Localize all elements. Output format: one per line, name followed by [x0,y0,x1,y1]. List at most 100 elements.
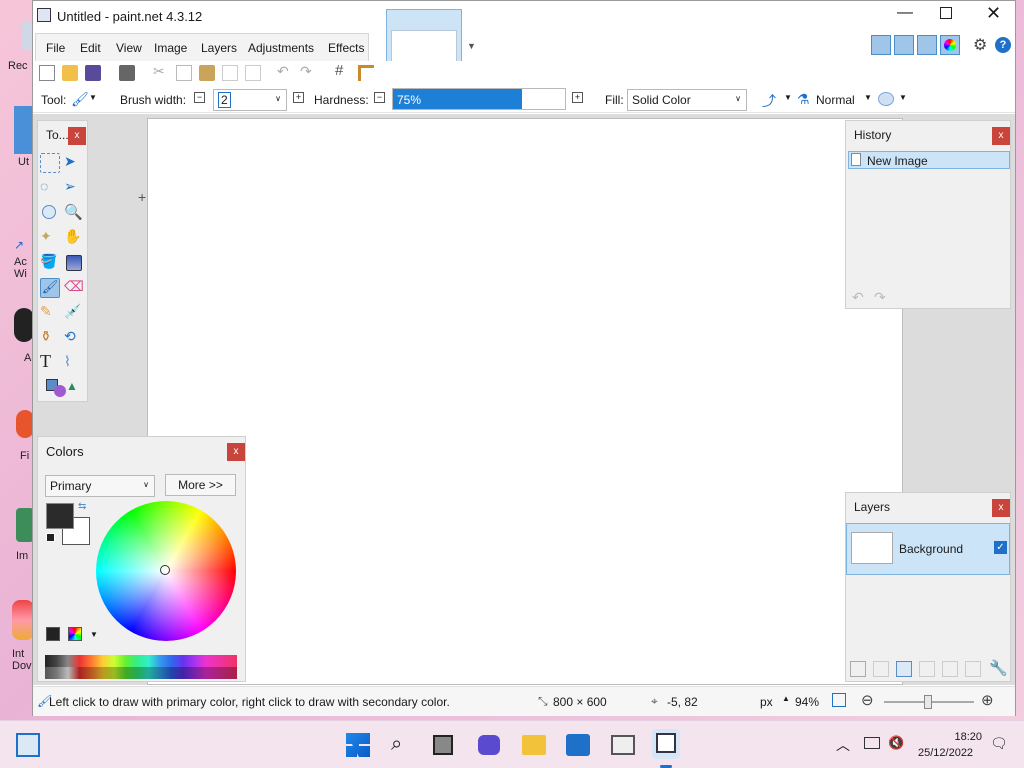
menu-edit[interactable]: Edit [80,41,101,55]
layers-toggle-icon[interactable] [917,35,937,55]
unit-selector[interactable]: px [760,695,773,709]
pan-tool-icon[interactable]: ✋ [64,228,84,248]
more-colors-button[interactable]: More >> [165,474,236,496]
gradient-tool-icon[interactable] [66,255,82,271]
history-panel-close-icon[interactable]: x [992,127,1010,145]
tools-toggle-icon[interactable] [871,35,891,55]
image-canvas[interactable] [147,118,903,685]
color-picker-icon[interactable]: 💉 [64,303,84,323]
shapes-tool-icon[interactable]: ▲ [46,379,78,397]
unit-chevron-icon[interactable]: ▲ [782,694,790,703]
start-icon[interactable] [346,733,370,757]
rectangle-select-icon[interactable] [40,153,60,173]
paste-icon[interactable] [199,65,215,81]
rulers-icon[interactable] [358,65,374,81]
microsoft-store-icon[interactable] [566,734,590,756]
reset-colors-icon[interactable] [46,533,55,542]
selection-mode-chevron-icon[interactable]: ▼ [899,93,907,102]
blend-mode-icon[interactable]: ⚗ [797,91,810,108]
paintbrush-icon[interactable]: 🖌 [40,278,60,298]
search-icon[interactable]: ⌕ [391,733,415,757]
swap-colors-icon[interactable]: ⇆ [78,501,86,512]
paintnet-taskbar-icon[interactable] [652,729,680,759]
brush-width-chevron-icon[interactable]: ∨ [275,94,281,103]
brush-width-field[interactable]: 2 ∨ [213,89,287,111]
paintbrush-tool-icon[interactable]: 🖌 [71,91,89,108]
move-selected-icon[interactable]: ➤ [64,153,84,173]
brush-width-increase-button[interactable]: + [293,92,304,103]
blend-mode-chevron-icon[interactable]: ▼ [864,93,872,102]
ellipse-select-icon[interactable] [42,205,56,219]
maximize-icon[interactable] [940,7,952,19]
app-window-icon[interactable] [611,735,635,755]
selection-mode-icon[interactable] [878,92,894,106]
color-wheel-selector[interactable] [160,565,170,575]
minimize-icon[interactable]: — [897,4,913,22]
widgets-icon[interactable] [16,733,40,757]
tray-overflow-chevron-icon[interactable]: ︿ [836,735,850,755]
help-icon[interactable]: ? [995,37,1011,53]
move-layer-down-icon[interactable] [965,661,981,677]
cut-icon[interactable]: ✂ [153,63,169,79]
menu-file[interactable]: File [46,41,65,55]
copy-icon[interactable] [176,65,192,81]
title-bar[interactable]: Untitled - paint.net 4.3.12 ▼ — ✕ [33,1,1015,83]
palette-strip[interactable] [45,655,237,679]
desktop-item-icon[interactable] [14,106,32,154]
tools-panel-close-icon[interactable]: x [68,127,86,145]
layers-panel-close-icon[interactable]: x [992,499,1010,517]
menu-adjustments[interactable]: Adjustments [248,41,314,55]
tool-chevron-icon[interactable]: ▼ [89,93,97,102]
recolor-icon[interactable]: ⟲ [64,328,84,348]
zoom-tool-icon[interactable]: 🔍 [64,203,84,223]
history-toggle-icon[interactable] [894,35,914,55]
pencil-icon[interactable]: ✎ [40,303,60,323]
line-curve-icon[interactable]: ⌇ [64,353,84,373]
zoom-slider-thumb[interactable] [924,695,932,709]
menu-effects[interactable]: Effects [328,41,364,55]
blend-mode-value[interactable]: Normal [816,93,855,107]
crop-icon[interactable] [222,65,238,81]
hardness-slider[interactable]: 75% [392,88,566,110]
menu-layers[interactable]: Layers [201,41,237,55]
move-layer-up-icon[interactable] [942,661,958,677]
settings-gear-icon[interactable]: ⚙ [973,35,987,55]
desktop-intel-icon[interactable] [12,600,34,640]
menu-image[interactable]: Image [154,41,187,55]
layer-visibility-checkbox[interactable]: ✓ [994,541,1007,554]
hardness-increase-button[interactable]: + [572,92,583,103]
lasso-select-icon[interactable]: ◌ [40,178,60,198]
color-mode-chevron-icon[interactable]: ∨ [143,480,149,489]
print-icon[interactable] [119,65,135,81]
close-icon[interactable]: ✕ [986,3,1001,24]
eraser-icon[interactable]: ⌫ [64,278,84,298]
delete-layer-icon[interactable] [873,661,889,677]
image-list-chevron-icon[interactable]: ▼ [467,41,476,51]
fill-chevron-icon[interactable]: ∨ [735,94,741,103]
magic-wand-icon[interactable]: ✦ [40,228,60,248]
new-file-icon[interactable] [39,65,55,81]
colors-toggle-icon[interactable] [940,35,960,55]
color-wheel[interactable] [96,501,236,641]
zoom-out-icon[interactable]: ⊖ [861,691,874,709]
paint-bucket-icon[interactable]: 🪣 [40,253,60,273]
text-tool-icon[interactable]: T [40,351,60,371]
volume-muted-icon[interactable]: 🔇 [888,735,904,751]
layer-properties-icon[interactable]: 🔧 [989,659,1008,677]
history-redo-icon[interactable]: ↷ [874,289,886,306]
fill-select[interactable]: Solid Color ∨ [627,89,747,111]
clock-date[interactable]: 25/12/2022 [918,747,973,759]
task-view-icon[interactable] [433,735,453,755]
antialiasing-icon[interactable]: ⤴ [762,91,776,111]
network-icon[interactable] [864,737,880,749]
save-icon[interactable] [85,65,101,81]
duplicate-layer-icon[interactable] [896,661,912,677]
zoom-to-window-icon[interactable] [832,693,846,707]
deselect-icon[interactable] [245,65,261,81]
clock-time[interactable]: 18:20 [940,731,982,743]
palette-chevron-icon[interactable]: ▼ [90,630,98,639]
file-explorer-icon[interactable] [522,735,546,755]
zoom-in-icon[interactable]: ⊕ [981,691,994,709]
clone-stamp-icon[interactable]: ⚱ [40,328,60,348]
undo-icon[interactable]: ↶ [277,63,293,79]
